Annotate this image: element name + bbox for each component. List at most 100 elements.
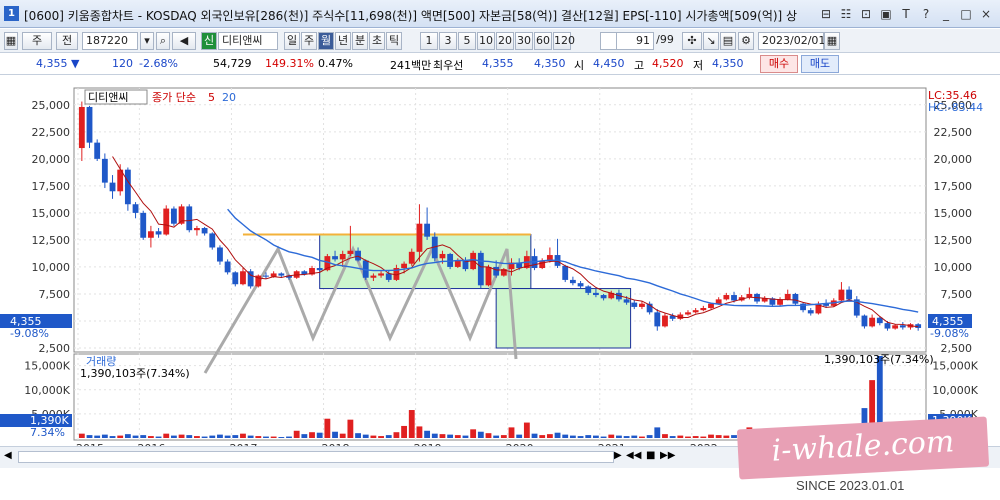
text-icon[interactable]: T [898, 6, 914, 22]
volume-bar [569, 435, 576, 438]
buy-button[interactable]: 매수 [760, 55, 798, 73]
stop-icon[interactable]: ■ [646, 450, 655, 461]
candle-body [209, 233, 216, 248]
interval-1[interactable]: 1 [420, 32, 438, 50]
help-icon[interactable]: ? [918, 6, 934, 22]
legend-stock-name: 디티앤씨 [88, 91, 128, 104]
candle-body [278, 273, 285, 276]
settings-icon[interactable]: ⚙ [738, 32, 754, 50]
interval-30[interactable]: 30 [515, 32, 533, 50]
interval-5[interactable]: 5 [458, 32, 476, 50]
candle-body [78, 106, 85, 149]
interval-10[interactable]: 10 [477, 32, 495, 50]
quote-bar: 4,355 ▼ 120 -2.68% 54,729 149.31% 0.47% … [0, 53, 1000, 75]
timeframe-4[interactable]: 분 [352, 32, 368, 50]
credit-badge: 신 [201, 32, 217, 50]
candle-body [263, 275, 269, 277]
volume-bar [600, 436, 607, 438]
link-icon[interactable]: ☷ [838, 6, 854, 22]
price-change: 120 [112, 57, 133, 70]
period-select[interactable]: 주 [22, 32, 52, 50]
volume-bar [155, 436, 162, 438]
trade-amount: 241백만 [390, 59, 432, 72]
candle-body [416, 223, 423, 252]
window-controls: ⊟ ☷ ⊡ ▣ T ? _ □ × [818, 6, 994, 22]
timeframe-5[interactable]: 초 [369, 32, 385, 50]
date-input[interactable]: 2023/02/01 [758, 32, 825, 50]
restore-icon[interactable]: ⊡ [858, 6, 874, 22]
interval-20[interactable]: 20 [496, 32, 514, 50]
candle-body [94, 142, 101, 159]
volume-bar [646, 435, 653, 438]
price-tick-left: 17,500 [32, 180, 71, 193]
candle-body [332, 256, 338, 260]
volume-bar [731, 435, 737, 438]
page-input[interactable]: 91 [616, 32, 654, 50]
code-dropdown-icon[interactable]: ▾ [140, 32, 154, 50]
candle-body [378, 273, 384, 276]
close-icon[interactable]: × [978, 6, 994, 22]
lock-icon[interactable]: ⊟ [818, 6, 834, 22]
candle-body [600, 295, 607, 299]
volume-bar [316, 432, 323, 438]
volume-bar [132, 435, 139, 438]
bookmark-icon[interactable]: ▣ [878, 6, 894, 22]
market-select[interactable]: 전 [56, 32, 78, 50]
app-icon: 1 [4, 6, 19, 21]
candle-body [454, 260, 461, 267]
volume-bar [117, 435, 124, 438]
draw-icon[interactable]: ↘ [703, 32, 719, 50]
volume-tick-right: 15,000K [932, 360, 978, 373]
timeframe-0[interactable]: 일 [284, 32, 300, 50]
candle-body [585, 286, 592, 293]
price-tick-left: 22,500 [32, 126, 71, 139]
candle-body [708, 303, 714, 309]
volume-peak-left: 1,390,103주(7.34%) [80, 367, 190, 380]
candle-body [623, 299, 630, 303]
timeframe-6[interactable]: 틱 [386, 32, 402, 50]
best-bid: 4,350 [534, 57, 566, 70]
volume-bar [523, 422, 530, 438]
save-icon[interactable]: ▤ [720, 32, 736, 50]
interval-120[interactable]: 120 [553, 32, 575, 50]
maximize-icon[interactable]: □ [958, 6, 974, 22]
volume-bar [623, 436, 630, 438]
interval-3[interactable]: 3 [439, 32, 457, 50]
interval-60[interactable]: 60 [534, 32, 552, 50]
scroll-left-icon[interactable]: ◀ [4, 450, 12, 461]
speaker-icon[interactable]: ◀ [172, 32, 196, 50]
search-icon[interactable]: ⌕ [156, 32, 170, 50]
timeframe-2[interactable]: 월 [318, 32, 334, 50]
volume-bar [539, 435, 546, 438]
price-tick-right: 20,000 [934, 153, 973, 166]
minimize-icon[interactable]: _ [938, 6, 954, 22]
volume-bar [485, 433, 492, 438]
rewind-icon[interactable]: ◀◀ [626, 450, 641, 461]
forward-icon[interactable]: ▶▶ [660, 450, 675, 461]
calendar-icon[interactable]: ▦ [824, 32, 840, 50]
high-label: 고 [634, 59, 645, 72]
scroll-right-icon[interactable]: ▶ [614, 450, 622, 461]
candle-body [339, 253, 346, 260]
candle-body [385, 273, 392, 280]
price-tick-right: 7,500 [941, 288, 973, 301]
price-tick-right: 17,500 [934, 180, 973, 193]
candle-body [892, 325, 899, 329]
price-chart[interactable]: 25,000 25,00022,500 22,50020,000 20,00017,5… [0, 75, 1000, 468]
crosshair-icon[interactable]: ✣ [682, 32, 702, 50]
sell-button[interactable]: 매도 [801, 55, 839, 73]
stock-code-input[interactable]: 187220 [82, 32, 138, 50]
volume-bar [669, 436, 676, 438]
candle-body [493, 266, 500, 276]
scroll-track[interactable] [18, 451, 614, 463]
volume-bar [401, 425, 408, 438]
candle-body [401, 263, 408, 269]
candle-body [631, 302, 638, 307]
high-price: 4,520 [652, 57, 684, 70]
timeframe-1[interactable]: 주 [301, 32, 317, 50]
candle-body [240, 271, 246, 285]
volume-bar [124, 434, 131, 438]
best-ask: 4,355 [482, 57, 514, 70]
timeframe-3[interactable]: 년 [335, 32, 351, 50]
grid-icon[interactable]: ▦ [4, 32, 18, 50]
